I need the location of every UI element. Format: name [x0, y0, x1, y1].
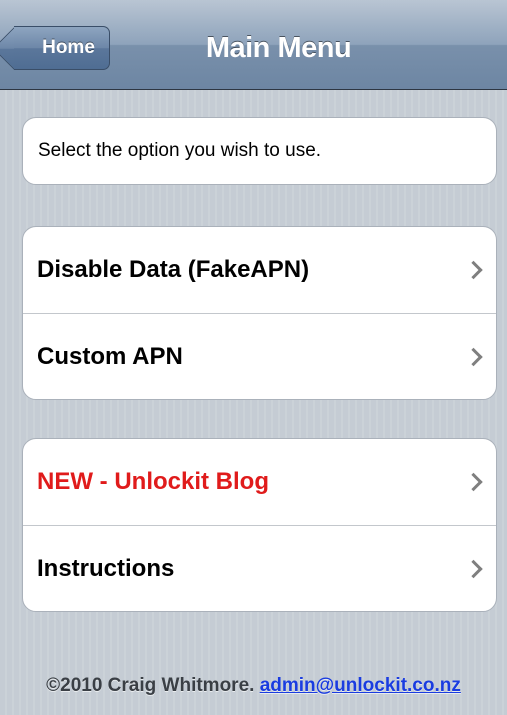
home-back-button[interactable]: Home: [14, 26, 110, 70]
menu-group-1: Disable Data (FakeAPN) Custom APN: [22, 226, 497, 400]
menu-item-label: NEW - Unlockit Blog: [37, 468, 269, 495]
footer-email-link[interactable]: admin@unlockit.co.nz: [260, 675, 461, 696]
chevron-right-icon: [464, 347, 483, 367]
intro-text: Select the option you wish to use.: [38, 140, 322, 161]
page-title: Main Menu: [205, 31, 352, 64]
menu-item-unlockit-blog[interactable]: NEW - Unlockit Blog: [23, 439, 496, 525]
menu-item-instructions[interactable]: Instructions: [23, 525, 496, 611]
menu-item-custom-apn[interactable]: Custom APN: [23, 313, 496, 399]
intro-message: Select the option you wish to use.: [22, 117, 497, 185]
menu-group-2: NEW - Unlockit Blog Instructions: [22, 438, 497, 612]
menu-item-label: Disable Data (FakeAPN): [37, 256, 310, 283]
menu-item-label: Custom APN: [37, 343, 183, 370]
chevron-right-icon: [464, 472, 483, 492]
chevron-right-icon: [464, 559, 483, 579]
menu-item-label: Instructions: [37, 555, 175, 582]
footer: ©2010 Craig Whitmore. admin@unlockit.co.…: [0, 675, 507, 697]
footer-copyright: ©2010 Craig Whitmore.: [46, 675, 255, 696]
chevron-right-icon: [464, 260, 483, 280]
home-back-button-label: Home: [42, 37, 95, 58]
menu-item-disable-data[interactable]: Disable Data (FakeAPN): [23, 227, 496, 313]
navigation-bar: Home Main Menu: [0, 0, 507, 90]
